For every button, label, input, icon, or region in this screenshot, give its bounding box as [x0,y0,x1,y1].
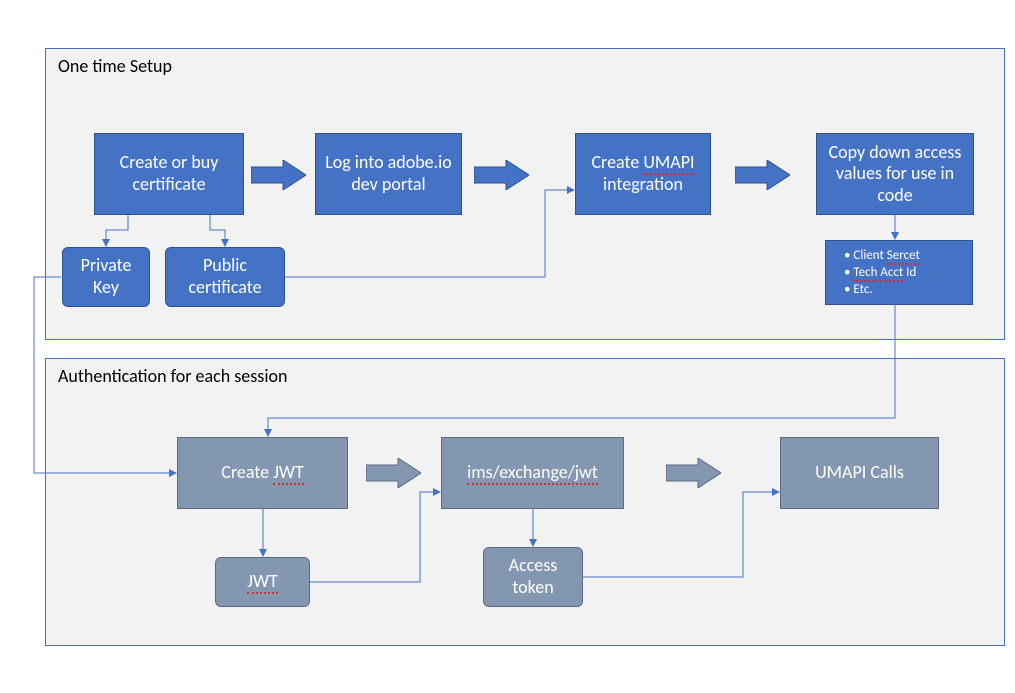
box-jwt-out-label: JWT [247,571,278,593]
box-umapi-calls: UMAPI Calls [780,437,939,509]
box-private-key: Private Key [62,247,150,307]
box-public-cert-label: Public certificate [170,255,280,298]
box-login-label: Log into adobe.io dev portal [320,152,457,195]
access-value-2: Etc. [830,281,964,298]
arrow-setup-1 [251,160,306,190]
arrow-setup-3 [735,160,790,190]
arrow-setup-2 [474,160,529,190]
box-access-token: Access token [483,547,583,607]
arrow-auth-2 [666,458,721,488]
box-calls-label: UMAPI Calls [815,462,904,484]
box-create-cert-label: Create or buy certificate [99,152,239,195]
box-umapi-label: Create UMAPI integration [580,152,706,195]
access-value-0: Client Sercet [830,247,964,264]
panel-setup-title: One time Setup [58,55,172,77]
box-ims-exchange: ims/exchange/jwt [441,437,624,509]
box-create-cert: Create or buy certificate [94,133,244,215]
box-access-values: Client Sercet Tech Acct Id Etc. [825,240,973,305]
box-create-jwt: Create JWT [177,437,348,509]
box-private-key-label: Private Key [67,255,145,298]
box-create-umapi: Create UMAPI integration [575,133,711,215]
access-value-1: Tech Acct Id [830,264,964,281]
box-copy-label: Copy down access values for use in code [821,142,969,207]
box-ims-label: ims/exchange/jwt [467,462,598,484]
box-jwt-output: JWT [215,557,310,607]
box-token-label: Access token [488,555,578,598]
box-public-cert: Public certificate [165,247,285,307]
box-login-portal: Log into adobe.io dev portal [315,133,462,215]
box-create-jwt-label: Create JWT [221,462,303,484]
box-copy-values: Copy down access values for use in code [816,133,974,215]
panel-auth-title: Authentication for each session [58,365,287,387]
arrow-auth-1 [366,458,421,488]
